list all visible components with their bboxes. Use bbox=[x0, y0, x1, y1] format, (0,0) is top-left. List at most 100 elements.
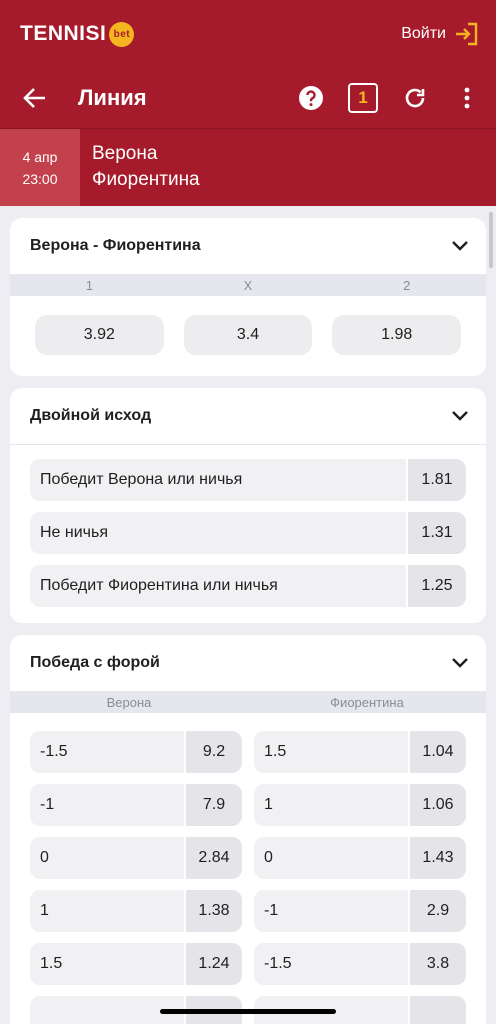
handicap-odd: 1.38 bbox=[186, 890, 242, 932]
handicap-away[interactable]: 0 1.43 bbox=[254, 837, 466, 879]
handicap-odd: 1.24 bbox=[186, 943, 242, 985]
scrollbar[interactable] bbox=[489, 212, 493, 268]
handicap-value: -1 bbox=[30, 784, 184, 826]
handicap-value: 1.5 bbox=[30, 943, 184, 985]
handicap-away[interactable]: 1.5 1.04 bbox=[254, 731, 466, 773]
column-headers: Верона Фиорентина bbox=[10, 691, 486, 713]
handicap-home[interactable]: 0 2.84 bbox=[30, 837, 242, 879]
arrow-left-icon bbox=[23, 88, 45, 108]
handicap-odd: 7.9 bbox=[186, 784, 242, 826]
help-button[interactable] bbox=[296, 83, 326, 113]
event-teams: Верона Фиорентина bbox=[80, 129, 200, 206]
chevron-down-icon bbox=[452, 658, 468, 668]
page-title: Линия bbox=[78, 85, 147, 110]
market-header[interactable]: Верона - Фиорентина bbox=[10, 218, 486, 274]
handicap-odd: 2.84 bbox=[186, 837, 242, 879]
chevron-down-icon bbox=[452, 241, 468, 251]
handicap-odd bbox=[410, 996, 466, 1024]
login-label: Войти bbox=[401, 25, 446, 42]
help-icon bbox=[299, 86, 323, 110]
table-row: -1 7.9 1 1.06 bbox=[30, 784, 466, 826]
login-button[interactable]: Войти bbox=[401, 21, 480, 47]
outcome-odd: 1.31 bbox=[408, 512, 466, 554]
handicap-home[interactable]: -1.5 9.2 bbox=[30, 731, 242, 773]
more-vert-icon bbox=[464, 87, 470, 109]
handicap-home[interactable]: -1 7.9 bbox=[30, 784, 242, 826]
handicap-value: 1 bbox=[254, 784, 408, 826]
odd-draw[interactable]: 3.4 bbox=[183, 315, 313, 355]
result-odds: 3.92 3.4 1.98 bbox=[10, 296, 486, 376]
handicap-odd: 1.06 bbox=[410, 784, 466, 826]
handicap-value: -1 bbox=[254, 890, 408, 932]
event-header: 4 апр 23:00 Верона Фиорентина bbox=[0, 128, 496, 206]
odd-away-win[interactable]: 1.98 bbox=[332, 315, 462, 355]
odd-home-win[interactable]: 3.92 bbox=[35, 315, 164, 355]
handicap-away[interactable]: -1 2.9 bbox=[254, 890, 466, 932]
column-headers: 1 X 2 bbox=[10, 274, 486, 296]
login-icon bbox=[456, 22, 478, 46]
list-item[interactable]: Не ничья 1.31 bbox=[30, 512, 466, 554]
market-title: Верона - Фиорентина bbox=[30, 237, 201, 254]
logo-text: TENNISI bbox=[20, 22, 107, 45]
more-button[interactable] bbox=[452, 83, 482, 113]
handicap-odd: 3.8 bbox=[410, 943, 466, 985]
col-home: Верона bbox=[106, 694, 152, 710]
event-date: 4 апр bbox=[22, 148, 58, 165]
home-indicator[interactable] bbox=[160, 1009, 336, 1014]
coupon-count: 1 bbox=[358, 88, 368, 107]
market-title: Победа с форой bbox=[30, 654, 160, 671]
handicap-away[interactable]: 1 1.06 bbox=[254, 784, 466, 826]
handicap-value: 1.5 bbox=[254, 731, 408, 773]
outcome-label: Победит Верона или ничья bbox=[30, 459, 406, 501]
handicap-odd: 9.2 bbox=[186, 731, 242, 773]
market-title: Двойной исход bbox=[30, 407, 152, 424]
market-header[interactable]: Двойной исход bbox=[10, 388, 486, 444]
handicap-value: -1.5 bbox=[30, 731, 184, 773]
team-away: Фиорентина bbox=[92, 169, 200, 190]
handicap-home[interactable]: 1 1.38 bbox=[30, 890, 242, 932]
outcome-odd: 1.81 bbox=[408, 459, 466, 501]
table-row: 1 1.38 -1 2.9 bbox=[30, 890, 466, 932]
handicap-away[interactable]: -1.5 3.8 bbox=[254, 943, 466, 985]
table-row: -1.5 9.2 1.5 1.04 bbox=[30, 731, 466, 773]
team-home: Верона bbox=[92, 143, 158, 164]
refresh-button[interactable] bbox=[400, 83, 430, 113]
market-match-result: Верона - Фиорентина 1 X 2 3.92 3.4 1.98 bbox=[10, 218, 486, 376]
col-1: 1 bbox=[85, 277, 93, 293]
list-item[interactable]: Победит Верона или ничья 1.81 bbox=[30, 459, 466, 501]
handicap-grid: -1.5 9.2 1.5 1.04 -1 7.9 1 1.06 0 2.84 0… bbox=[10, 713, 486, 1024]
handicap-value: 0 bbox=[30, 837, 184, 879]
markets: Верона - Фиорентина 1 X 2 3.92 3.4 1.98 … bbox=[0, 206, 496, 1024]
handicap-value: 0 bbox=[254, 837, 408, 879]
table-row: 1.5 1.24 -1.5 3.8 bbox=[30, 943, 466, 985]
outcome-label: Победит Фиорентина или ничья bbox=[30, 565, 406, 607]
refresh-icon bbox=[405, 88, 425, 108]
handicap-value: -1.5 bbox=[254, 943, 408, 985]
event-time: 23:00 bbox=[22, 170, 58, 187]
list-item[interactable]: Победит Фиорентина или ничья 1.25 bbox=[30, 565, 466, 607]
back-button[interactable] bbox=[20, 83, 50, 113]
brand-bar: TENNISI bet Войти bbox=[0, 0, 496, 68]
market-double-chance: Двойной исход Победит Верона или ничья 1… bbox=[10, 388, 486, 623]
handicap-home[interactable]: 1.5 1.24 bbox=[30, 943, 242, 985]
logo[interactable]: TENNISI bet bbox=[20, 21, 135, 47]
outcome-odd: 1.25 bbox=[408, 565, 466, 607]
col-x: X bbox=[243, 277, 253, 293]
coupon-icon: 1 bbox=[348, 83, 378, 113]
handicap-odd: 1.04 bbox=[410, 731, 466, 773]
table-row: 0 2.84 0 1.43 bbox=[30, 837, 466, 879]
market-header[interactable]: Победа с форой bbox=[10, 635, 486, 691]
handicap-odd: 1.43 bbox=[410, 837, 466, 879]
nav-bar: Линия 1 bbox=[0, 68, 496, 128]
logo-badge: bet bbox=[109, 21, 135, 47]
col-2: 2 bbox=[403, 277, 411, 293]
outcome-label: Не ничья bbox=[30, 512, 406, 554]
market-handicap: Победа с форой Верона Фиорентина -1.5 9.… bbox=[10, 635, 486, 1024]
event-datetime: 4 апр 23:00 bbox=[0, 129, 80, 206]
handicap-value: 1 bbox=[30, 890, 184, 932]
chevron-down-icon bbox=[452, 411, 468, 421]
handicap-odd: 2.9 bbox=[410, 890, 466, 932]
double-chance-list: Победит Верона или ничья 1.81 Не ничья 1… bbox=[10, 445, 486, 623]
coupon-button[interactable]: 1 bbox=[348, 83, 378, 113]
col-away: Фиорентина bbox=[330, 694, 404, 710]
